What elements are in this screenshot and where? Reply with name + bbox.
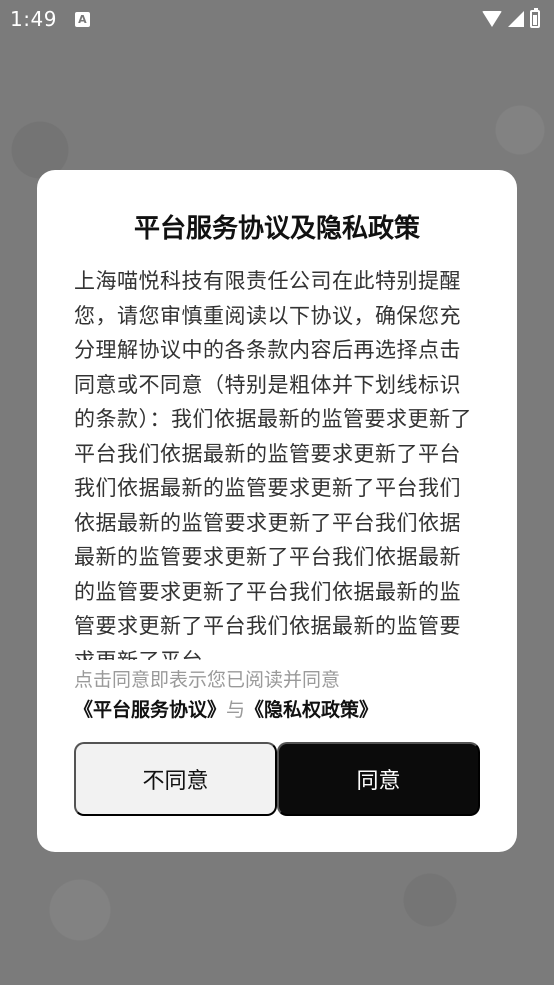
- dialog-body-text[interactable]: 上海喵悦科技有限责任公司在此特别提醒您，请您审慎重阅读以下协议，确保您充分理解协…: [74, 264, 482, 660]
- agreement-note-conjunction: 与: [226, 699, 246, 721]
- wifi-icon: [482, 11, 502, 27]
- status-time: 1:49: [10, 7, 57, 31]
- agreement-note: 点击同意即表示您已阅读并同意《平台服务协议》与《隐私权政策》: [74, 665, 484, 725]
- status-right: [482, 8, 540, 28]
- status-left: 1:49 A: [10, 7, 90, 31]
- agree-button[interactable]: 同意: [277, 742, 480, 816]
- battery-charging-icon: [530, 8, 540, 28]
- dialog-title: 平台服务协议及隐私政策: [133, 214, 420, 244]
- service-agreement-link[interactable]: 《平台服务协议》: [74, 699, 226, 721]
- privacy-policy-link[interactable]: 《隐私权政策》: [245, 699, 378, 721]
- disagree-button[interactable]: 不同意: [74, 742, 277, 816]
- signal-icon: [508, 11, 524, 27]
- agreement-note-prefix: 点击同意即表示您已阅读并同意: [74, 669, 341, 691]
- notification-icon: A: [74, 11, 90, 27]
- privacy-dialog: 平台服务协议及隐私政策 上海喵悦科技有限责任公司在此特别提醒您，请您审慎重阅读以…: [37, 170, 517, 852]
- status-bar: 1:49 A: [0, 0, 554, 38]
